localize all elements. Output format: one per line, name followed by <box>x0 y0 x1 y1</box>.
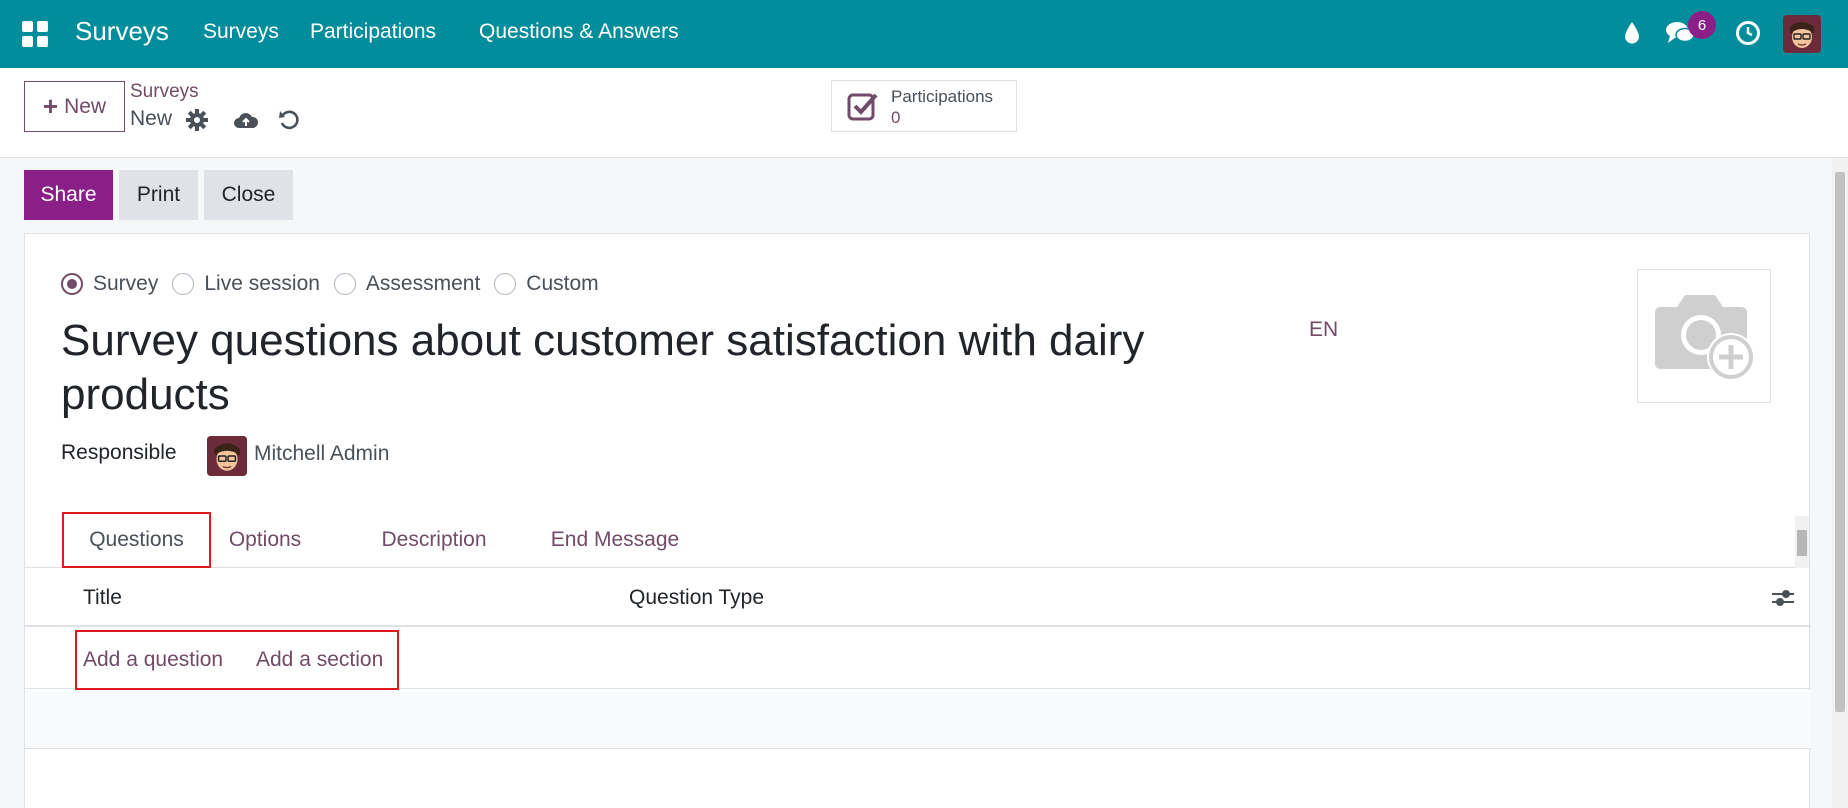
page-scrollbar[interactable] <box>1832 158 1848 808</box>
stat-value: 0 <box>891 108 901 127</box>
radio-live-session[interactable] <box>172 273 195 295</box>
radio-survey-label[interactable]: Survey <box>93 272 158 296</box>
breadcrumb-current: New <box>130 107 173 130</box>
plus-icon: + <box>42 91 59 121</box>
tab-end-message[interactable]: End Message <box>529 512 701 568</box>
notebook-tabs: Questions Options Description End Messag… <box>25 512 1811 568</box>
optional-columns-icon[interactable] <box>1771 587 1795 614</box>
tab-options[interactable]: Options <box>217 512 313 568</box>
image-upload-field[interactable] <box>1637 269 1771 403</box>
cloud-upload-icon[interactable] <box>232 106 260 134</box>
form-sheet: Survey Live session Assessment Custom Su… <box>24 233 1811 808</box>
menu-questions-answers[interactable]: Questions & Answers <box>479 20 679 44</box>
apps-icon[interactable] <box>22 21 48 47</box>
user-avatar[interactable] <box>1783 15 1821 53</box>
chat-badge: 6 <box>1688 11 1716 39</box>
column-question-type[interactable]: Question Type <box>629 586 764 610</box>
menu-participations[interactable]: Participations <box>310 20 436 44</box>
add-question-link[interactable]: Add a question <box>83 648 223 672</box>
radio-survey[interactable] <box>61 273 83 295</box>
top-navbar: Surveys Surveys Participations Questions… <box>0 0 1848 68</box>
menu-surveys[interactable]: Surveys <box>203 20 279 44</box>
radio-live-session-label[interactable]: Live session <box>204 272 320 296</box>
close-button[interactable]: Close <box>204 170 293 220</box>
tab-questions[interactable]: Questions <box>62 512 211 568</box>
checkbox-check-icon <box>846 90 878 127</box>
app-brand[interactable]: Surveys <box>75 16 169 47</box>
tab-description[interactable]: Description <box>361 512 507 568</box>
radio-custom-label[interactable]: Custom <box>526 272 598 296</box>
radio-assessment[interactable] <box>333 273 356 295</box>
share-button[interactable]: Share <box>24 170 113 220</box>
undo-icon[interactable] <box>275 106 303 134</box>
responsible-label: Responsible <box>61 441 177 464</box>
new-button[interactable]: + New <box>24 81 125 132</box>
questions-table-header: Title Question Type <box>25 569 1811 627</box>
responsible-field[interactable]: Mitchell Admin <box>254 442 389 466</box>
table-row <box>25 690 1811 749</box>
camera-add-icon <box>1655 295 1755 381</box>
gear-icon[interactable] <box>183 106 211 134</box>
new-button-label: New <box>64 94 107 118</box>
participations-stat-button[interactable]: Participations 0 <box>831 80 1017 132</box>
stat-label: Participations <box>891 87 994 106</box>
responsible-avatar <box>207 436 247 476</box>
clock-icon[interactable] <box>1733 18 1763 48</box>
control-panel: + New Surveys New Participations 0 <box>0 68 1848 158</box>
droplet-icon[interactable] <box>1617 18 1647 48</box>
column-title[interactable]: Title <box>83 586 122 610</box>
language-button[interactable]: EN <box>1309 318 1338 342</box>
add-section-link[interactable]: Add a section <box>256 648 383 672</box>
tabs-scrollbar[interactable] <box>1795 516 1809 568</box>
print-button[interactable]: Print <box>119 170 198 220</box>
radio-custom[interactable] <box>494 273 517 295</box>
survey-title-field[interactable]: Survey questions about customer satisfac… <box>61 314 1241 422</box>
radio-assessment-label[interactable]: Assessment <box>366 272 480 296</box>
breadcrumb-parent[interactable]: Surveys <box>130 81 199 103</box>
survey-type-radio-group: Survey Live session Assessment Custom <box>61 272 613 296</box>
table-row <box>25 750 1811 808</box>
